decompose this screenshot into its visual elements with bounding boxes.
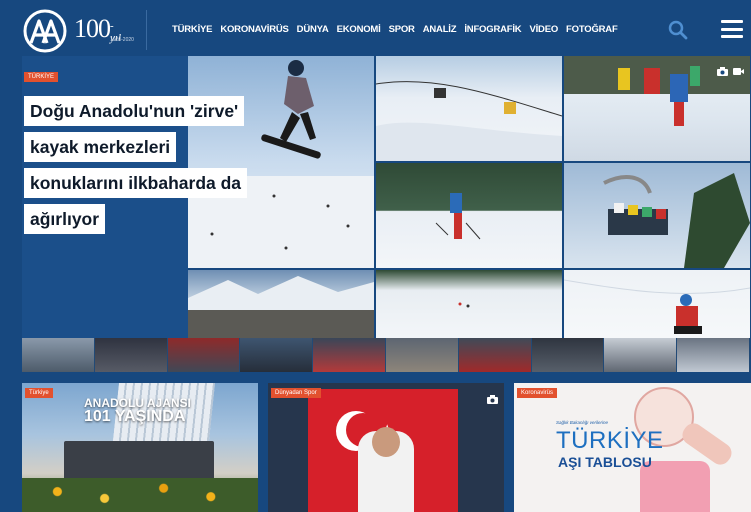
- image-text-line: 101 YAŞINDA: [84, 408, 186, 425]
- photo-skier-forest: [376, 163, 562, 268]
- filmstrip-thumb[interactable]: [313, 338, 386, 372]
- nav-dunya[interactable]: DÜNYA: [297, 24, 329, 35]
- centennial-badge: 100 -yıl 1920-2020: [74, 14, 134, 44]
- headline-line: Doğu Anadolu'nun 'zirve': [24, 96, 245, 126]
- centennial-years: 1920-2020: [110, 37, 134, 43]
- news-cards: ANADOLU AJANSI 101 YAŞINDA Türkiye ★ Dün…: [22, 383, 751, 512]
- card-image-subtitle: AŞI TABLOSU: [558, 454, 652, 470]
- card-category-tag[interactable]: Dünyadan Spor: [271, 388, 321, 398]
- filmstrip-thumb[interactable]: [385, 338, 459, 372]
- photo-ski-slope: [376, 270, 562, 338]
- aa-logo-icon: [23, 9, 67, 53]
- hero-photo-collage: [188, 56, 750, 338]
- photo-filmstrip: [22, 338, 750, 372]
- news-card-anniversary[interactable]: ANADOLU AJANSI 101 YAŞINDA Türkiye: [22, 383, 258, 512]
- site-header: 100 -yıl 1920-2020 TÜRKİYE KORONAVİRÜS D…: [0, 0, 751, 60]
- nav-analiz[interactable]: ANALİZ: [423, 24, 457, 35]
- camera-icon: [717, 67, 728, 76]
- athlete-face: [372, 427, 400, 457]
- photo-skiers-group: [564, 56, 750, 161]
- mountain-scene: [188, 276, 374, 338]
- nav-video[interactable]: VİDEO: [529, 24, 558, 35]
- hero-category-tag[interactable]: TÜRKİYE: [24, 72, 59, 82]
- skier-jump-scene: [564, 279, 750, 334]
- hero-media-icons: [717, 67, 744, 76]
- filmstrip-thumb[interactable]: [240, 338, 314, 372]
- search-button[interactable]: [668, 20, 688, 40]
- nav-fotograf[interactable]: FOTOĞRAF: [566, 24, 618, 35]
- gondola-scene: [376, 81, 562, 161]
- nav-koronavirus[interactable]: KORONAVİRÜS: [220, 24, 289, 35]
- filmstrip-thumb[interactable]: [22, 338, 95, 372]
- card-media-indicator: [487, 391, 498, 409]
- card-image-title: TÜRKİYE: [556, 427, 664, 454]
- ski-slope-scene: [458, 302, 470, 308]
- search-icon: [668, 20, 688, 40]
- photo-chairlift: [564, 163, 750, 268]
- camera-icon: [487, 395, 498, 404]
- hamburger-menu-button[interactable]: [721, 20, 743, 38]
- nav-spor[interactable]: SPOR: [389, 24, 415, 35]
- photo-skier-jump: [564, 270, 750, 338]
- filmstrip-thumb[interactable]: [167, 338, 241, 372]
- news-card-sports[interactable]: ★ Dünyadan Spor: [268, 383, 504, 512]
- anadolu-agency-logo[interactable]: [22, 9, 68, 53]
- hero-headline[interactable]: Doğu Anadolu'nun 'zirve' kayak merkezler…: [24, 96, 264, 240]
- filmstrip-thumb[interactable]: [677, 338, 750, 372]
- chairlift-scene: [603, 173, 750, 268]
- news-card-vaccine[interactable]: Sağlık Bakanlığı verilerine TÜRKİYE AŞI …: [514, 383, 751, 512]
- nav-turkiye[interactable]: TÜRKİYE: [172, 24, 213, 35]
- menu-line: [721, 35, 743, 38]
- photo-mountain-resort: [188, 270, 374, 338]
- photo-gondola: [376, 56, 562, 161]
- filmstrip-thumb[interactable]: [531, 338, 605, 372]
- skier-forest-scene: [435, 193, 481, 240]
- filmstrip-thumb[interactable]: [94, 338, 168, 372]
- header-divider: [146, 10, 147, 50]
- menu-line: [721, 20, 743, 23]
- video-icon: [733, 68, 744, 75]
- nav-ekonomi[interactable]: EKONOMİ: [337, 24, 381, 35]
- main-nav: TÜRKİYE KORONAVİRÜS DÜNYA EKONOMİ SPOR A…: [172, 24, 618, 35]
- card-image-small-text: Sağlık Bakanlığı verilerine: [556, 420, 609, 425]
- headline-line: konuklarını ilkbaharda da: [24, 168, 248, 198]
- filmstrip-thumb[interactable]: [604, 338, 678, 372]
- filmstrip-thumb[interactable]: [458, 338, 532, 372]
- card-category-tag[interactable]: Türkiye: [25, 388, 53, 398]
- card-category-tag[interactable]: Koronavirüs: [517, 388, 558, 398]
- headline-line: ağırlıyor: [24, 204, 106, 234]
- flowers-image: [22, 478, 258, 512]
- card-image-text: ANADOLU AJANSI 101 YAŞINDA: [84, 397, 191, 425]
- nav-infografik[interactable]: İNFOGRAFİK: [464, 24, 521, 35]
- menu-line: [721, 27, 743, 31]
- centennial-number: 100: [74, 14, 111, 43]
- headline-line: kayak merkezleri: [24, 132, 177, 162]
- hero-story[interactable]: TÜRKİYE Doğu Anadolu'nun 'zirve' kayak m…: [22, 56, 750, 338]
